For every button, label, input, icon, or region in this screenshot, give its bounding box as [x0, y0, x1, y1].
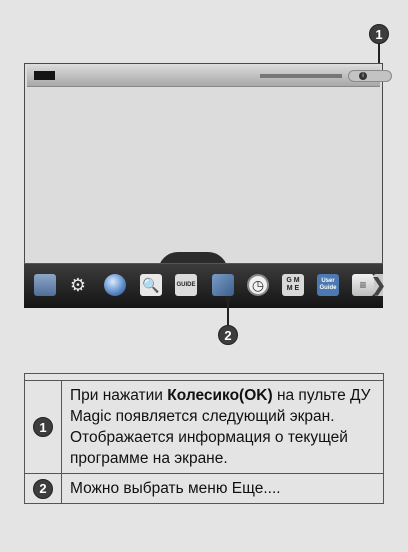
user-guide-icon[interactable]: User Guide	[317, 274, 339, 296]
globe-icon[interactable]	[104, 274, 126, 296]
leader-line-2	[227, 301, 229, 325]
table-spacer-row	[24, 373, 384, 381]
program-info-bar: i	[27, 66, 392, 87]
row-marker-1: 1	[33, 417, 53, 437]
channel-tag	[34, 71, 55, 80]
table-row: 2 Можно выбрать меню Еще....	[24, 473, 384, 504]
callout-marker-2: 2	[218, 325, 238, 345]
row-text-bold: Колесико(OK)	[167, 387, 273, 404]
page: 1 i ⚙ 🔍 GUIDE ◷ G M M E User Guide ≡ ❯ 2	[0, 0, 408, 552]
info-icon: i	[359, 72, 367, 80]
row-text-cell: Можно выбрать меню Еще....	[61, 473, 384, 504]
tv-icon[interactable]	[34, 274, 56, 296]
apps-cubes-icon[interactable]	[212, 274, 234, 296]
more-menu-bar: ⚙ 🔍 GUIDE ◷ G M M E User Guide ≡ ❯	[24, 263, 386, 308]
row-number-cell: 2	[24, 473, 62, 504]
next-arrow-icon[interactable]: ❯	[371, 274, 386, 296]
info-button[interactable]: i	[348, 70, 392, 82]
table-row: 1 При нажатии Колесико(OK) на пульте ДУ …	[24, 380, 384, 474]
row-number-cell: 1	[24, 380, 62, 474]
search-icon[interactable]: 🔍	[140, 274, 162, 296]
description-table: 1 При нажатии Колесико(OK) на пульте ДУ …	[24, 373, 384, 504]
settings-gear-icon[interactable]: ⚙	[67, 274, 89, 296]
row-marker-2: 2	[33, 478, 53, 499]
row-text-cell: При нажатии Колесико(OK) на пульте ДУ Ma…	[61, 380, 384, 474]
game-icon[interactable]: G M M E	[282, 274, 304, 296]
row-text-prefix: При нажатии	[70, 387, 168, 404]
tv-guide-icon[interactable]: GUIDE	[175, 274, 197, 296]
callout-marker-1: 1	[369, 24, 389, 44]
clock-icon[interactable]: ◷	[247, 274, 269, 296]
row-text-line2: Отображается информация о текущей програ…	[70, 429, 348, 467]
program-progress-strip	[260, 74, 342, 78]
